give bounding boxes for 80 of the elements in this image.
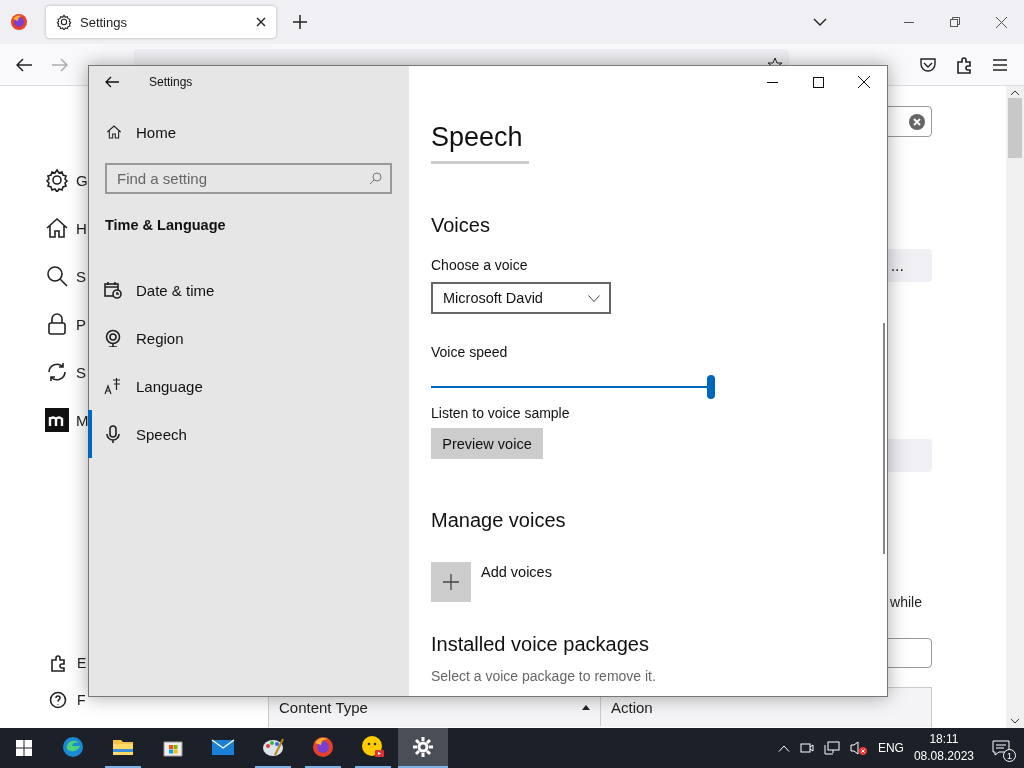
scroll-up-icon[interactable] <box>1010 90 1020 96</box>
maximize-icon[interactable] <box>812 76 824 88</box>
globe-icon <box>104 329 122 347</box>
help-icon <box>49 691 67 709</box>
calendar-clock-icon <box>104 281 122 299</box>
nav-item[interactable]: Date & time <box>88 266 408 314</box>
plus-icon <box>443 574 459 590</box>
minimize-icon[interactable] <box>904 21 914 23</box>
speaker-muted-icon[interactable] <box>849 741 868 755</box>
scrollbar[interactable] <box>1006 86 1024 728</box>
browser-tab[interactable]: Settings <box>46 6 276 38</box>
footer-link[interactable]: F <box>77 692 86 708</box>
firefox-browser-icon <box>311 735 335 759</box>
puzzle-icon <box>49 654 67 672</box>
network-icon[interactable] <box>823 741 840 755</box>
clear-icon[interactable] <box>909 113 925 130</box>
search-icon <box>369 172 382 185</box>
add-voices-link[interactable]: Add voices <box>481 564 552 580</box>
field-label: Listen to voice sample <box>431 405 570 421</box>
footer-link[interactable]: E <box>77 655 87 671</box>
minimize-icon[interactable] <box>766 81 778 83</box>
section-heading: Voices <box>431 214 490 237</box>
chevron-down-icon[interactable] <box>813 18 827 26</box>
scrollbar-thumb[interactable] <box>1008 98 1022 158</box>
category-label[interactable]: P <box>76 315 86 333</box>
field-label: Choose a voice <box>431 257 528 273</box>
section-title: Time & Language <box>105 217 227 233</box>
m-logo-icon <box>45 408 69 432</box>
description-text: while <box>890 594 923 610</box>
add-tile[interactable] <box>431 562 471 602</box>
close-icon[interactable] <box>256 17 266 27</box>
search-field[interactable]: Find a setting <box>105 163 392 194</box>
preview-button[interactable]: Preview voice <box>431 428 543 459</box>
smiley-icon <box>361 735 385 759</box>
home-icon <box>106 124 122 140</box>
nav-item[interactable]: Home <box>106 122 409 142</box>
section-heading: Installed voice packages <box>431 633 649 656</box>
home-icon <box>45 216 69 240</box>
sync-icon <box>45 360 69 384</box>
notification-count: 1 <box>1003 749 1016 762</box>
section-heading: Manage voices <box>431 509 566 532</box>
lock-icon <box>45 312 69 336</box>
new-tab-icon[interactable] <box>293 15 307 29</box>
search-icon <box>45 264 69 288</box>
taskbar-app[interactable] <box>398 728 448 768</box>
clock[interactable]: 18:11 08.08.2023 <box>913 731 974 765</box>
settings-icon <box>411 735 435 759</box>
restore-icon[interactable] <box>950 17 960 27</box>
field-label: Voice speed <box>431 344 508 360</box>
close-icon[interactable] <box>858 76 870 88</box>
firefox-logo-icon[interactable] <box>10 13 28 31</box>
window-title: Settings <box>149 75 193 89</box>
category-label[interactable]: G <box>76 171 88 189</box>
nav-item[interactable]: Region <box>88 314 408 362</box>
language-indicator[interactable]: ENG <box>877 741 904 755</box>
camera-icon[interactable] <box>799 741 814 755</box>
pocket-icon[interactable] <box>920 57 936 72</box>
edge-browser-icon <box>61 735 85 759</box>
close-icon[interactable] <box>995 16 1007 28</box>
hint-text: Select a voice package to remove it. <box>431 668 656 684</box>
chevron-up-icon[interactable] <box>777 744 790 752</box>
back-arrow-icon[interactable] <box>16 57 32 72</box>
nav-item[interactable]: Language <box>88 362 408 410</box>
language-icon <box>104 377 122 395</box>
category-label[interactable]: S <box>76 363 86 381</box>
category-label[interactable]: M <box>76 411 89 429</box>
category-label[interactable]: S <box>76 267 86 285</box>
voice-dropdown[interactable]: Microsoft David <box>431 282 611 314</box>
gear-icon <box>56 14 72 30</box>
menu-icon[interactable] <box>993 58 1007 71</box>
gear-icon <box>45 168 69 192</box>
page-title: Speech <box>431 122 523 153</box>
windows-start-icon[interactable] <box>16 740 32 756</box>
nav-item[interactable]: Speech <box>88 410 408 458</box>
scroll-down-icon[interactable] <box>1010 718 1020 724</box>
category-label[interactable]: H <box>76 219 87 237</box>
back-arrow-icon[interactable] <box>105 76 119 88</box>
chevron-down-icon <box>588 294 600 302</box>
microphone-icon <box>104 425 122 443</box>
extensions-icon[interactable] <box>955 55 973 74</box>
